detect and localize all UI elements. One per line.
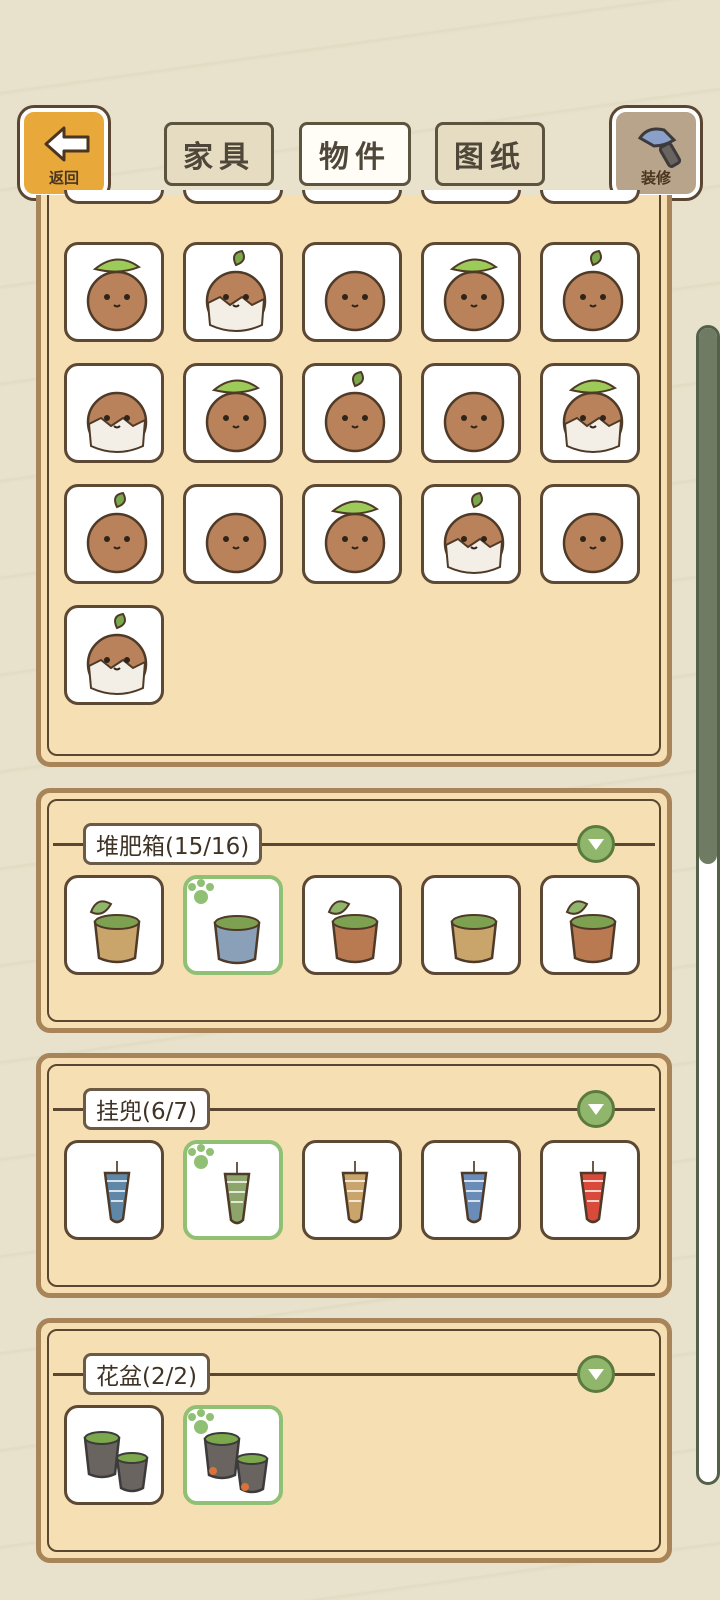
item-slot[interactable]: [64, 190, 164, 204]
item-slot[interactable]: [540, 242, 640, 342]
item-slot[interactable]: [302, 484, 402, 584]
item-slot[interactable]: [64, 242, 164, 342]
compost-section: 堆肥箱(15/16): [36, 788, 672, 1033]
section-title-pots: 花盆(2/2): [83, 1353, 210, 1395]
decorate-button-label: 装修: [640, 169, 671, 187]
collapse-pots-button[interactable]: [577, 1355, 615, 1393]
back-button[interactable]: 返回: [20, 108, 108, 198]
frog-figure-icon: [562, 249, 624, 332]
item-slot[interactable]: [183, 1140, 283, 1240]
scrollbar[interactable]: [696, 325, 720, 1485]
hanging-bag-icon: [579, 1161, 607, 1224]
scrollbar-thumb[interactable]: [699, 328, 717, 864]
compost-bin-icon: [327, 900, 379, 964]
frog-figure-icon: [443, 491, 505, 574]
left-arrow-icon: [44, 126, 90, 162]
frog-figure-icon: [86, 612, 148, 695]
frog-figure-icon: [324, 500, 386, 574]
compost-bin-icon: [565, 900, 617, 964]
frog-figure-icon: [324, 370, 386, 453]
item-slot[interactable]: [64, 605, 164, 705]
item-slot[interactable]: [421, 363, 521, 463]
item-slot[interactable]: [64, 1140, 164, 1240]
frog-paw-icon: [188, 1409, 214, 1434]
item-slot[interactable]: [540, 190, 640, 204]
frog-figure-icon: [562, 512, 624, 574]
frog-figure-icon: [443, 258, 505, 332]
item-slot[interactable]: [64, 875, 164, 975]
frog-figure-icon: [562, 379, 624, 453]
compost-bin-icon: [450, 914, 498, 964]
section-title-compost: 堆肥箱(15/16): [83, 823, 263, 865]
chevron-down-icon: [588, 1369, 604, 1380]
frog-figure-icon: [205, 512, 267, 574]
frog-figure-icon: [86, 391, 148, 453]
item-slot[interactable]: [183, 190, 283, 204]
frog-figure-icon: [443, 391, 505, 453]
paint-brush-icon: [637, 127, 682, 168]
back-button-label: 返回: [48, 169, 79, 187]
frog-paw-icon: [188, 1144, 214, 1169]
item-slot[interactable]: [302, 363, 402, 463]
pots-section: 花盆(2/2): [36, 1318, 672, 1563]
item-slot[interactable]: [302, 242, 402, 342]
chevron-down-icon: [588, 1104, 604, 1115]
item-slot[interactable]: [302, 190, 402, 204]
frog-paw-icon: [188, 879, 214, 904]
item-slot[interactable]: [540, 875, 640, 975]
tab-furniture-label: 家具: [183, 140, 255, 175]
collapse-hanging-button[interactable]: [577, 1090, 615, 1128]
item-slot[interactable]: [421, 190, 521, 204]
tab-blueprint-label: 图纸: [454, 140, 526, 175]
hanging-bag-icon: [103, 1161, 131, 1224]
header: 返回 家具 物件 图纸 装修: [0, 0, 720, 215]
item-slot[interactable]: [183, 242, 283, 342]
item-slot[interactable]: [183, 1405, 283, 1505]
item-slot[interactable]: [540, 484, 640, 584]
tab-blueprint[interactable]: 图纸: [435, 122, 545, 186]
item-slot[interactable]: [64, 1405, 164, 1505]
frog-figure-icon: [205, 249, 267, 332]
item-slot[interactable]: [64, 484, 164, 584]
section-title-hanging: 挂兜(6/7): [83, 1088, 210, 1130]
frog-figure-icon: [205, 379, 267, 453]
item-slot[interactable]: [64, 363, 164, 463]
hanging-bag-icon: [460, 1161, 488, 1224]
frog-figure-icon: [324, 270, 386, 332]
collapse-compost-button[interactable]: [577, 825, 615, 863]
hanging-bag-icon: [341, 1161, 369, 1224]
item-slot[interactable]: [183, 875, 283, 975]
tab-items-label: 物件: [319, 140, 391, 175]
item-slot[interactable]: [540, 363, 640, 463]
decorate-button[interactable]: 装修: [612, 108, 700, 198]
item-slot[interactable]: [421, 1140, 521, 1240]
hanging-section: 挂兜(6/7): [36, 1053, 672, 1298]
tab-items[interactable]: 物件: [299, 122, 411, 186]
flower-pot-icon: [83, 1431, 149, 1493]
item-slot[interactable]: [540, 1140, 640, 1240]
frog-figure-icon: [86, 258, 148, 332]
item-slot[interactable]: [302, 1140, 402, 1240]
item-grid-panel: [36, 190, 672, 767]
compost-bin-icon: [89, 900, 141, 964]
item-slot[interactable]: [302, 875, 402, 975]
item-slot[interactable]: [183, 484, 283, 584]
item-slot[interactable]: [421, 242, 521, 342]
tab-furniture[interactable]: 家具: [164, 122, 274, 186]
item-slot[interactable]: [421, 484, 521, 584]
chevron-down-icon: [588, 839, 604, 850]
frog-figure-icon: [86, 491, 148, 574]
item-slot[interactable]: [183, 363, 283, 463]
item-slot[interactable]: [421, 875, 521, 975]
